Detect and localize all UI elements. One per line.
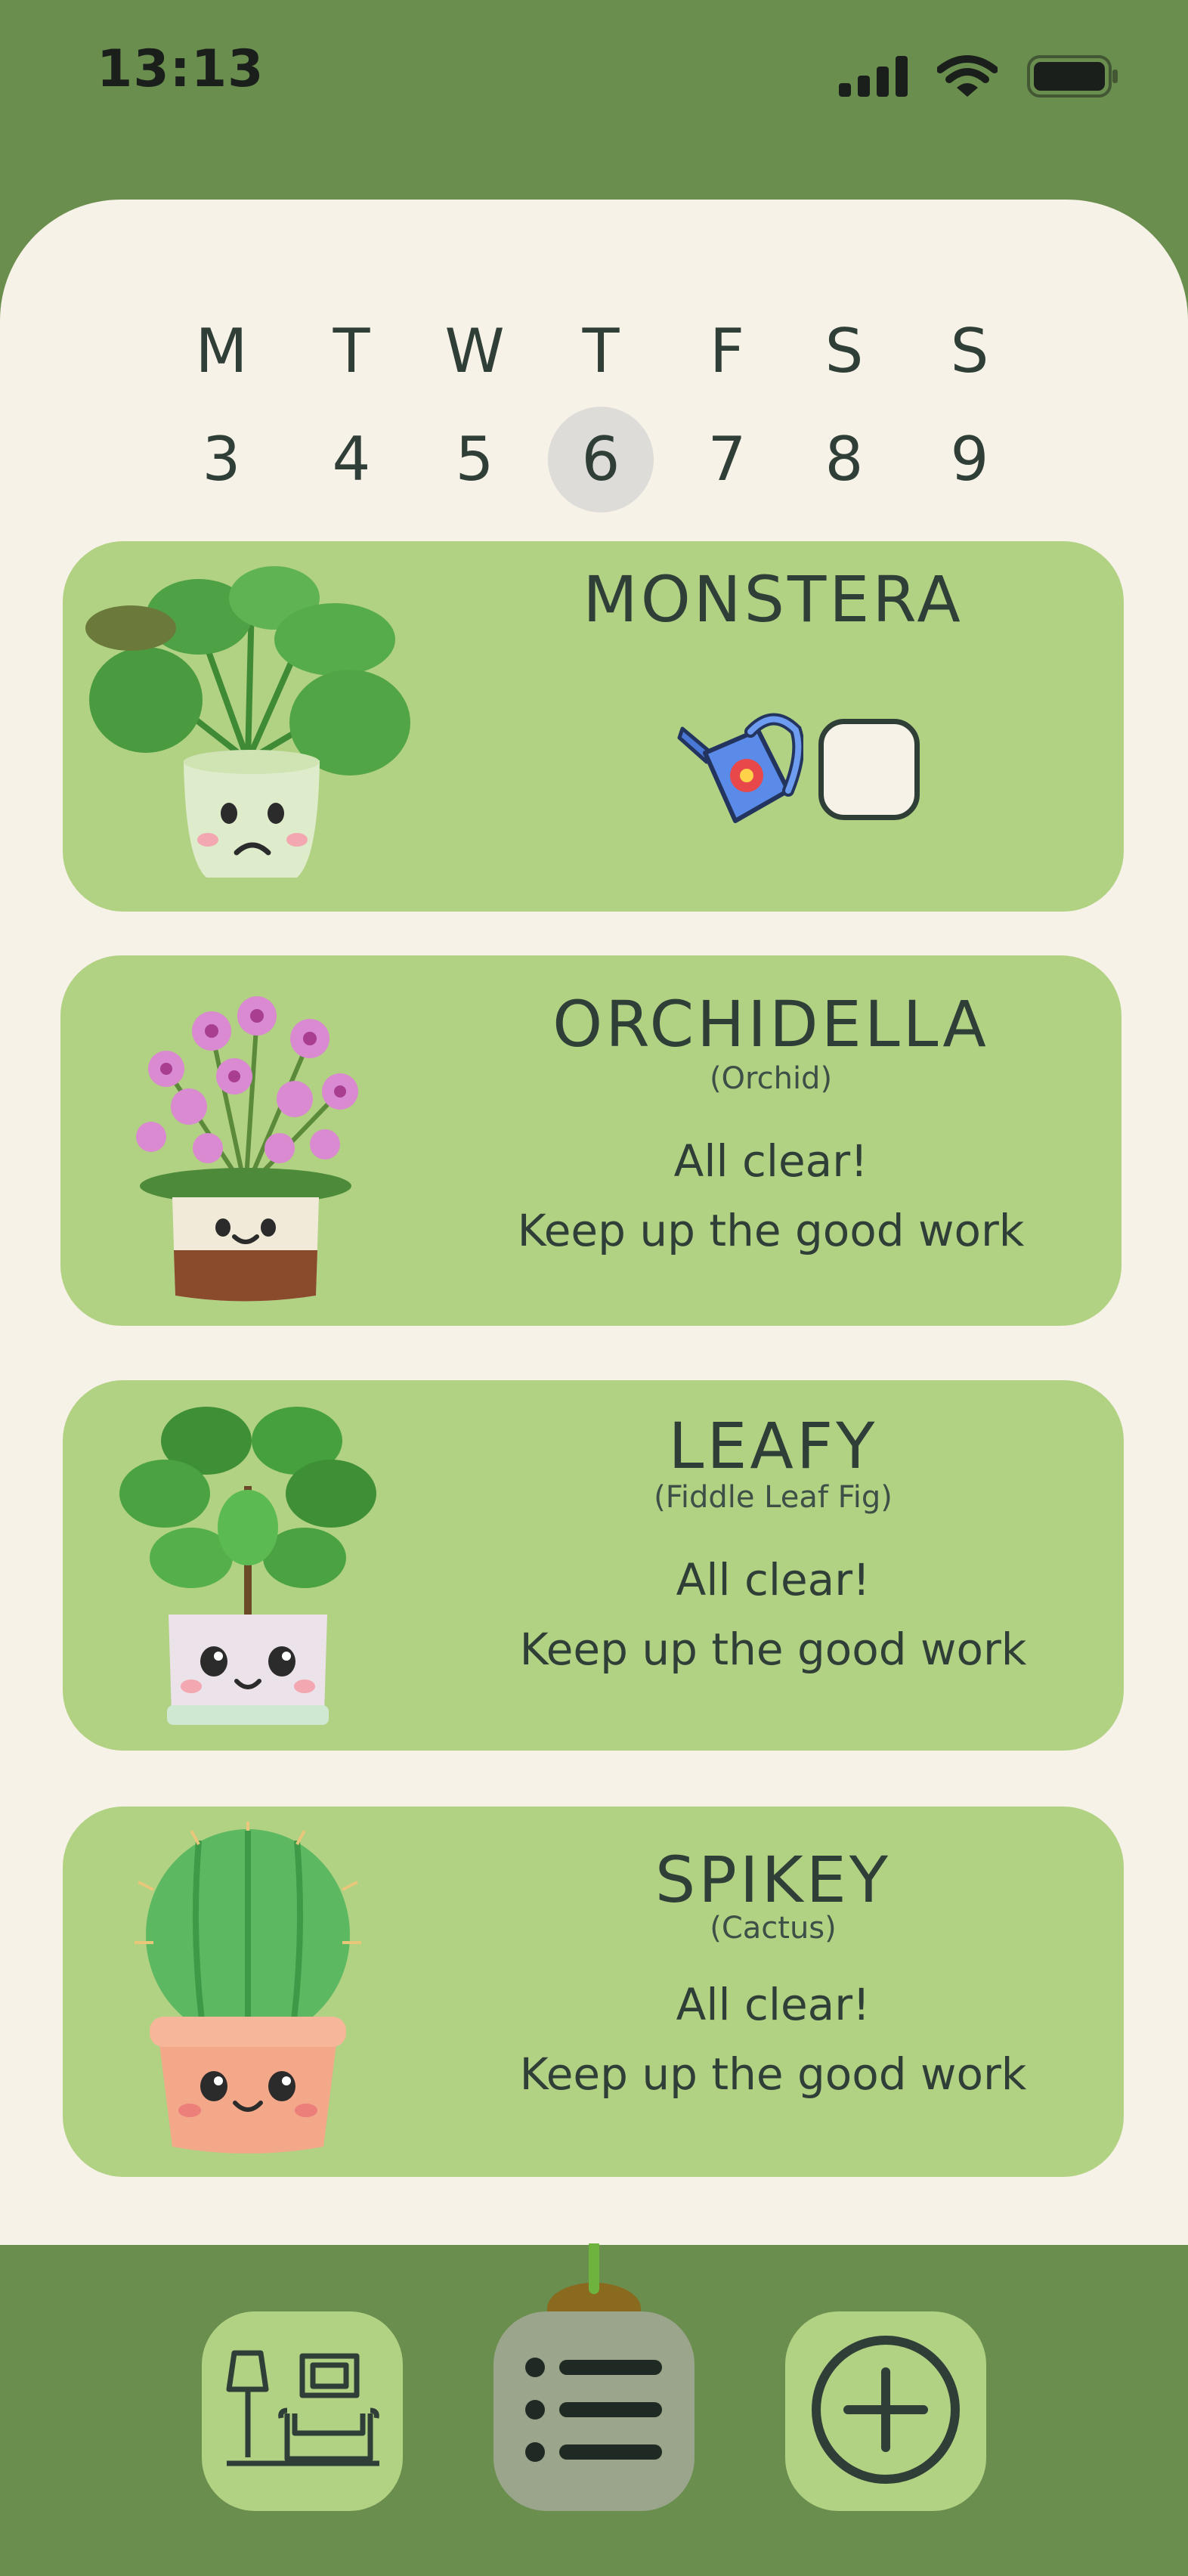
- status-bar: 13:13: [0, 0, 1188, 197]
- plant-card-orchidella[interactable]: ORCHIDELLA (Orchid) All clear! Keep up t…: [60, 955, 1121, 1326]
- day-number: 5: [455, 424, 494, 494]
- plant-name: MONSTERA: [583, 562, 964, 636]
- status-message: Keep up the good work: [519, 1624, 1027, 1675]
- status-time: 13:13: [97, 39, 265, 99]
- cactus-plant-icon: [78, 1819, 418, 2162]
- cellular-signal-icon: [839, 56, 908, 100]
- day-letter: T: [582, 316, 620, 386]
- day-number: 8: [824, 424, 864, 494]
- day-number: 7: [707, 424, 747, 494]
- day-thursday-today[interactable]: T 6: [548, 317, 654, 512]
- day-tuesday[interactable]: T 4: [299, 317, 404, 512]
- status-title: All clear!: [673, 1135, 868, 1187]
- day-friday[interactable]: F 7: [674, 317, 780, 512]
- day-wednesday[interactable]: W 5: [422, 317, 527, 512]
- week-calendar: M 3 T 4 W 5 T 6 F 7 S 8 S 9: [0, 317, 1188, 512]
- plant-name: LEAFY: [668, 1409, 878, 1483]
- task-checkbox[interactable]: [818, 719, 920, 820]
- day-letter: F: [709, 316, 744, 386]
- status-icons: [839, 54, 1120, 101]
- day-sunday[interactable]: S 9: [917, 317, 1022, 512]
- living-room-icon: [219, 2345, 385, 2477]
- status-message: Keep up the good work: [517, 1205, 1025, 1256]
- day-letter: T: [333, 316, 370, 386]
- day-letter: S: [824, 316, 864, 386]
- fiddle-leaf-fig-icon: [78, 1395, 418, 1735]
- day-letter: S: [950, 316, 989, 386]
- plant-card-spikey[interactable]: SPIKEY (Cactus) All clear! Keep up the g…: [63, 1807, 1124, 2177]
- task-row: [675, 707, 920, 831]
- day-saturday[interactable]: S 8: [791, 317, 897, 512]
- plant-card-monstera[interactable]: MONSTERA: [63, 541, 1124, 912]
- orchid-plant-icon: [76, 971, 416, 1311]
- plant-card-leafy[interactable]: LEAFY (Fiddle Leaf Fig) All clear! Keep …: [63, 1380, 1124, 1751]
- nav-rooms-button[interactable]: [202, 2311, 403, 2511]
- day-number: 3: [202, 424, 241, 494]
- day-letter: M: [195, 316, 248, 386]
- list-icon: [518, 2349, 670, 2473]
- plant-species: (Fiddle Leaf Fig): [654, 1480, 893, 1515]
- battery-icon: [1026, 54, 1120, 101]
- wifi-icon: [936, 54, 998, 101]
- status-message: Keep up the good work: [519, 2048, 1027, 2100]
- day-number: 4: [332, 424, 371, 494]
- day-monday[interactable]: M 3: [169, 317, 274, 512]
- monstera-plant-icon: [78, 556, 418, 896]
- sprout-icon: [541, 2240, 647, 2334]
- plant-name: ORCHIDELLA: [552, 987, 989, 1061]
- status-title: All clear!: [676, 1979, 871, 2030]
- plant-species: (Cactus): [710, 1911, 837, 1946]
- nav-add-plant-button[interactable]: [785, 2311, 986, 2511]
- status-title: All clear!: [676, 1554, 871, 1605]
- nav-list-button[interactable]: [493, 2311, 695, 2511]
- watering-can-icon: [675, 707, 805, 831]
- day-number: 9: [950, 424, 989, 494]
- plant-species: (Orchid): [709, 1061, 833, 1096]
- day-number-today: 6: [548, 407, 654, 512]
- add-circle-icon: [809, 2333, 963, 2490]
- day-letter: W: [444, 316, 505, 386]
- plant-name: SPIKEY: [654, 1843, 892, 1917]
